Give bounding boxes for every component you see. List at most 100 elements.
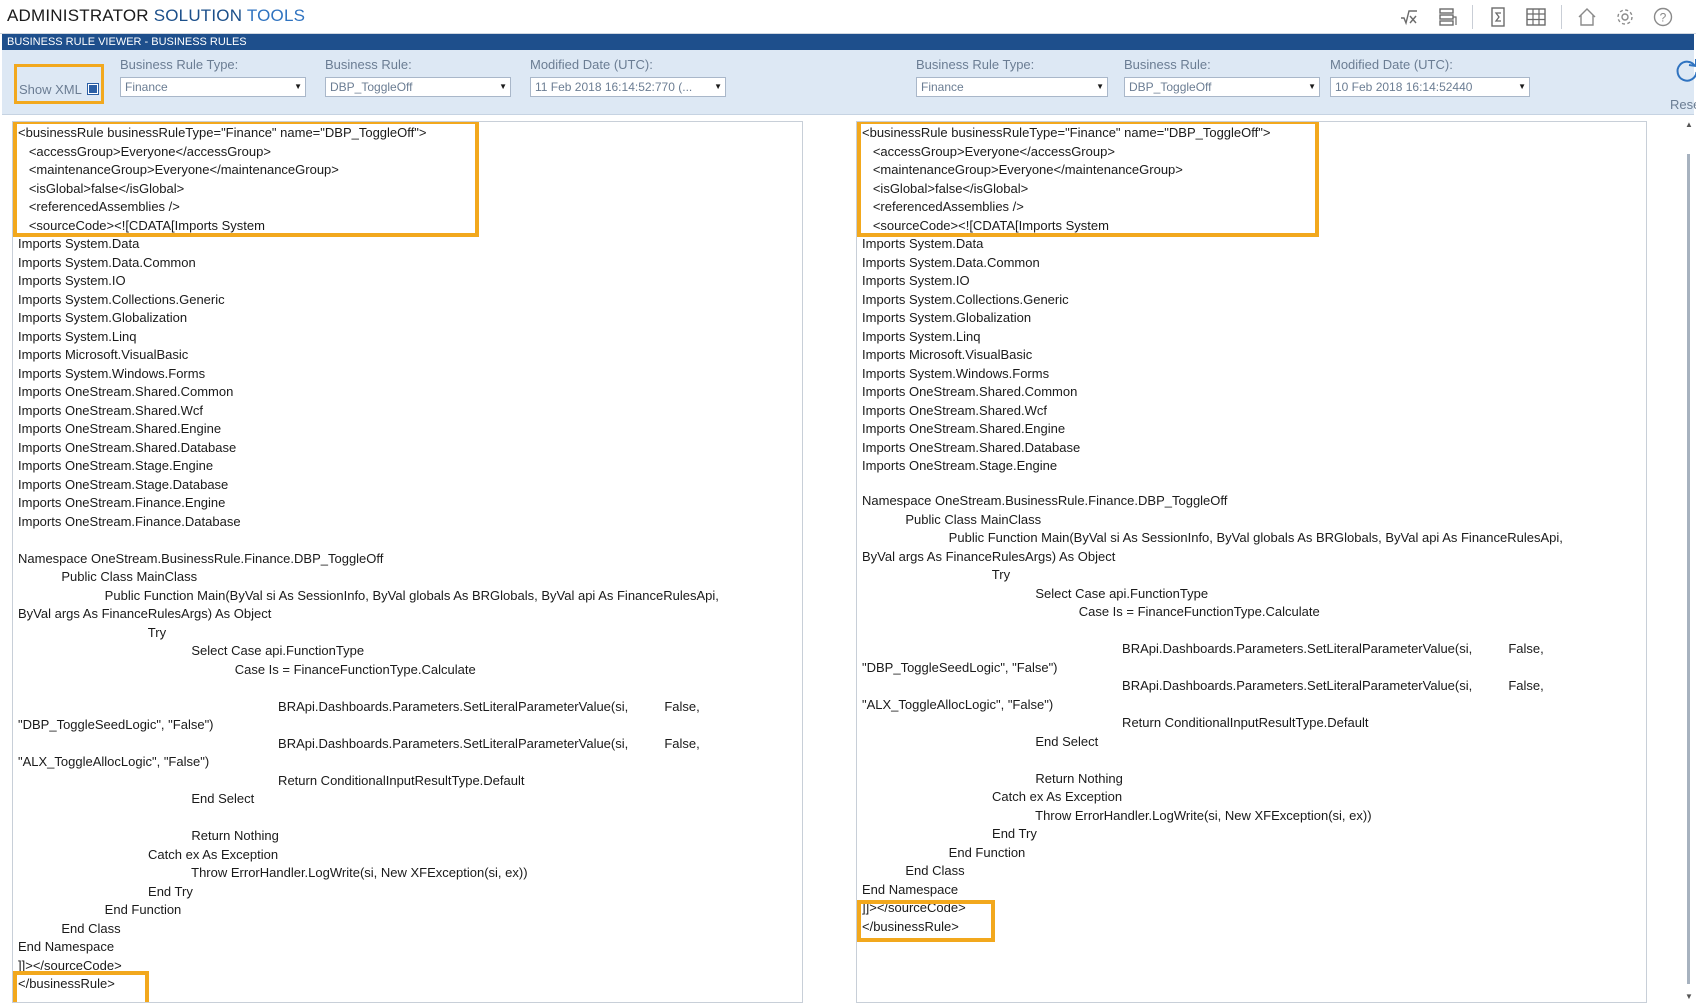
code-line: Imports System.Data	[18, 236, 140, 251]
left-date-select[interactable]: 11 Feb 2018 16:14:52:770 (... ▼	[530, 77, 726, 97]
code-line: Namespace OneStream.BusinessRule.Finance…	[862, 493, 1228, 508]
show-xml-toggle[interactable]: Show XML	[14, 64, 104, 104]
code-line: ByVal args As FinanceRulesArgs) As Objec…	[862, 548, 1116, 564]
right-type-value: Finance	[921, 80, 964, 94]
grid-icon[interactable]	[1523, 4, 1549, 30]
code-line: Imports OneStream.Shared.Database	[862, 439, 1081, 455]
right-type-select[interactable]: Finance ▼	[916, 77, 1108, 97]
code-line: End Namespace	[18, 939, 115, 954]
code-line: Imports System.IO	[18, 273, 126, 288]
right-type-label: Business Rule Type:	[916, 57, 1035, 72]
reset-button[interactable]: Reset	[1662, 56, 1696, 112]
code-line: End Select	[18, 791, 255, 806]
right-code-block-imports: <businessRule businessRuleType="Finance"…	[862, 124, 1270, 476]
code-line: Imports System.Linq	[862, 328, 981, 344]
server-icon[interactable]	[1434, 4, 1460, 30]
code-line: Public Function Main(ByVal si As Session…	[862, 530, 1563, 545]
code-line: </businessRule>	[862, 918, 959, 934]
code-line: <sourceCode><![CDATA[Imports System	[862, 217, 1109, 233]
home-icon[interactable]	[1574, 4, 1600, 30]
code-line: ]]></sourceCode>	[862, 900, 966, 915]
show-xml-checkbox[interactable]	[86, 83, 99, 95]
gear-icon[interactable]	[1612, 4, 1638, 30]
app-title-solution: SOLUTION	[153, 6, 243, 25]
code-line: Imports OneStream.Finance.Database	[18, 513, 241, 529]
code-line: Return Nothing	[862, 770, 1123, 786]
scroll-up-arrow-icon[interactable]: ▲	[1682, 118, 1696, 132]
refresh-icon	[1676, 59, 1696, 82]
code-line: BRApi.Dashboards.Parameters.SetLiteralPa…	[18, 735, 700, 751]
code-line: Imports OneStream.Stage.Engine	[862, 458, 1058, 473]
code-line: <accessGroup>Everyone</accessGroup>	[862, 143, 1115, 159]
left-code-block: <businessRule businessRuleType="Finance"…	[18, 124, 719, 994]
code-line: "ALX_ToggleAllocLogic", "False")	[862, 696, 1054, 712]
app-title-administrator: ADMINISTRATOR	[7, 6, 149, 25]
right-date-label: Modified Date (UTC):	[1330, 57, 1453, 72]
code-line: Imports OneStream.Shared.Engine	[18, 421, 222, 436]
code-line: Imports Microsoft.VisualBasic	[18, 347, 189, 362]
code-line: End Try	[18, 883, 193, 899]
code-line: Imports System.IO	[862, 273, 970, 288]
code-line: BRApi.Dashboards.Parameters.SetLiteralPa…	[862, 678, 1544, 693]
code-line: ByVal args As FinanceRulesArgs) As Objec…	[18, 606, 272, 621]
code-line: Catch ex As Exception	[18, 846, 279, 862]
code-line: End Function	[862, 844, 1026, 860]
code-line: End Try	[862, 826, 1037, 841]
scroll-down-arrow-icon[interactable]: ▼	[1682, 990, 1696, 1004]
code-line: Imports Microsoft.VisualBasic	[862, 347, 1033, 362]
left-type-value: Finance	[125, 80, 168, 94]
code-line: Imports System.Data.Common	[18, 254, 196, 270]
right-date-group: Modified Date (UTC): 10 Feb 2018 16:14:5…	[1330, 56, 1530, 97]
code-line: <isGlobal>false</isGlobal>	[18, 180, 185, 196]
scrollbar-thumb[interactable]	[1687, 154, 1690, 984]
code-line: "DBP_ToggleSeedLogic", "False")	[862, 659, 1058, 675]
code-line: <maintenanceGroup>Everyone</maintenanceG…	[862, 162, 1183, 177]
right-rule-select[interactable]: DBP_ToggleOff ▼	[1124, 77, 1320, 97]
reset-label: Reset	[1670, 97, 1696, 112]
chevron-down-icon: ▼	[294, 82, 302, 91]
code-line: Imports System.Windows.Forms	[862, 365, 1050, 381]
code-line: BRApi.Dashboards.Parameters.SetLiteralPa…	[18, 698, 700, 714]
help-icon[interactable]: ?	[1650, 4, 1676, 30]
app-title-tools: TOOLS	[246, 6, 306, 25]
code-line: Imports OneStream.Shared.Common	[862, 384, 1078, 399]
left-date-label: Modified Date (UTC):	[530, 57, 653, 72]
left-xml-panel[interactable]: <businessRule businessRuleType="Finance"…	[12, 121, 803, 1003]
code-line: Return ConditionalInputResultType.Defaul…	[18, 772, 525, 788]
code-line: Imports System.Collections.Generic	[862, 291, 1069, 307]
formula-icon[interactable]	[1396, 4, 1422, 30]
toolbar-separator	[1472, 5, 1473, 29]
code-line: "DBP_ToggleSeedLogic", "False")	[18, 717, 214, 732]
code-line: Imports OneStream.Stage.Engine	[18, 458, 214, 473]
right-xml-panel[interactable]: <businessRule businessRuleType="Finance"…	[856, 121, 1647, 1003]
code-line: Imports System.Data.Common	[862, 254, 1040, 270]
code-line: Try	[862, 567, 1011, 582]
code-line: <maintenanceGroup>Everyone</maintenanceG…	[18, 162, 339, 177]
code-line: ]]></sourceCode>	[18, 957, 122, 973]
vertical-scrollbar[interactable]: ▲ ▼	[1682, 118, 1696, 1004]
code-line: <referencedAssemblies />	[862, 199, 1024, 214]
title-bar: ADMINISTRATOR SOLUTION TOOLS ?	[0, 0, 1696, 34]
sigma-doc-icon[interactable]	[1485, 4, 1511, 30]
code-line: Imports OneStream.Shared.Engine	[862, 421, 1066, 436]
code-line: Imports System.Windows.Forms	[18, 365, 206, 381]
code-line: Return Nothing	[18, 828, 279, 843]
code-line: <accessGroup>Everyone</accessGroup>	[18, 143, 271, 159]
code-line: Imports OneStream.Shared.Wcf	[18, 402, 203, 418]
left-rule-value: DBP_ToggleOff	[330, 80, 413, 94]
code-line: Imports System.Linq	[18, 328, 137, 344]
right-date-select[interactable]: 10 Feb 2018 16:14:52440 ▼	[1330, 77, 1530, 97]
left-type-select[interactable]: Finance ▼	[120, 77, 306, 97]
filter-toolbar: Show XML Business Rule Type: Finance ▼ B…	[2, 50, 1696, 115]
code-line: <isGlobal>false</isGlobal>	[862, 180, 1029, 196]
code-line: End Function	[18, 902, 182, 917]
chevron-down-icon: ▼	[499, 82, 507, 91]
code-line: Imports System.Collections.Generic	[18, 291, 225, 307]
left-rule-select[interactable]: DBP_ToggleOff ▼	[325, 77, 511, 97]
left-rule-group: Business Rule: DBP_ToggleOff ▼	[325, 56, 511, 97]
code-line: Case Is = FinanceFunctionType.Calculate	[18, 661, 476, 677]
